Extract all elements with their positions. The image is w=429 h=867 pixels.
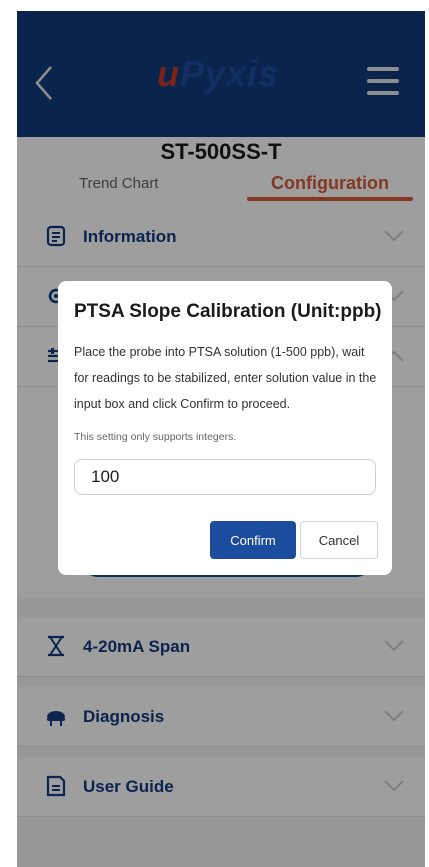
- solution-value-input[interactable]: 100: [74, 459, 376, 495]
- dialog-note: This setting only supports integers.: [74, 431, 237, 443]
- confirm-button[interactable]: Confirm: [210, 521, 296, 559]
- app-screen: uPyxis ST-500SS-T Trend Chart Configurat…: [17, 11, 425, 867]
- dialog-title: PTSA Slope Calibration (Unit:ppb): [74, 301, 382, 322]
- dialog-description: Place the probe into PTSA solution (1-50…: [74, 345, 377, 411]
- calibration-dialog: PTSA Slope Calibration (Unit:ppb) Place …: [58, 281, 392, 575]
- cancel-button[interactable]: Cancel: [300, 521, 378, 559]
